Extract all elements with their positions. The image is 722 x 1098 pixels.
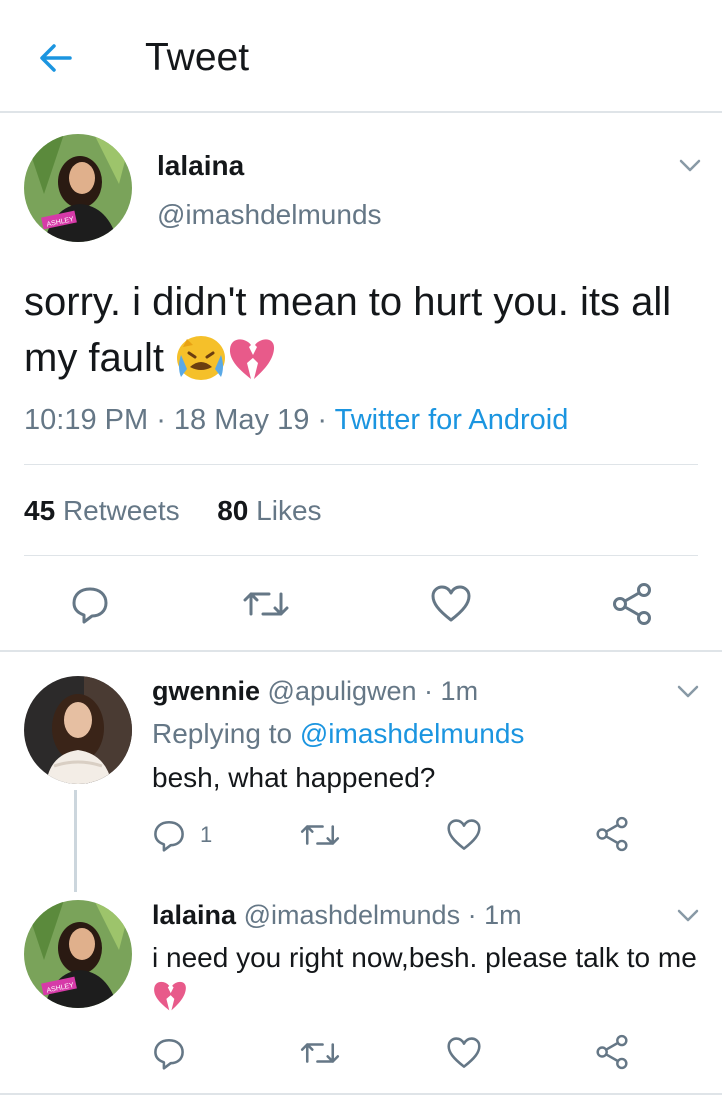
- divider: [24, 464, 698, 465]
- likes-stat[interactable]: 80 Likes: [217, 495, 321, 526]
- reply-time: 1m: [440, 676, 479, 706]
- avatar[interactable]: [24, 676, 132, 784]
- share-icon[interactable]: [594, 1034, 630, 1075]
- author-name[interactable]: lalaina: [157, 150, 244, 182]
- reply-author-handle[interactable]: @imashdelmunds: [244, 900, 461, 930]
- chevron-down-icon[interactable]: [676, 684, 700, 700]
- reply-header: lalaina @imashdelmunds · 1m: [152, 900, 522, 931]
- divider: [24, 555, 698, 556]
- likes-label: Likes: [256, 495, 322, 526]
- retweets-stat[interactable]: 45 Retweets: [24, 495, 180, 526]
- like-icon[interactable]: [446, 818, 482, 857]
- tweet-body: sorry. i didn't mean to hurt you. its al…: [24, 280, 672, 380]
- reply-body: i need you right now,besh. please talk t…: [152, 942, 697, 973]
- retweet-icon[interactable]: [243, 584, 289, 629]
- reply-text: besh, what happened?: [152, 762, 436, 793]
- thread-line: [74, 790, 77, 892]
- chevron-down-icon[interactable]: [676, 908, 700, 924]
- reply-icon[interactable]: [152, 818, 186, 857]
- top-bar: Tweet: [0, 0, 722, 113]
- like-icon[interactable]: [446, 1036, 482, 1075]
- back-arrow-icon[interactable]: [36, 38, 76, 78]
- tweet-date: 18 May 19: [173, 404, 310, 436]
- meta-separator: ·: [156, 404, 174, 436]
- reply-time: 1m: [484, 900, 522, 930]
- tweet-source[interactable]: Twitter for Android: [335, 404, 569, 436]
- broken-heart-emoji: [152, 980, 188, 1022]
- replying-handle[interactable]: @imashdelmunds: [300, 718, 525, 749]
- author-handle[interactable]: @imashdelmunds: [157, 199, 382, 231]
- retweet-icon[interactable]: [300, 1036, 340, 1075]
- tweet-text: sorry. i didn't mean to hurt you. its al…: [24, 274, 704, 396]
- meta-separator: ·: [416, 676, 441, 706]
- like-icon[interactable]: [430, 584, 472, 629]
- retweet-icon[interactable]: [300, 818, 340, 857]
- crying-face-emoji: [175, 333, 227, 396]
- avatar[interactable]: ASHLEY: [24, 900, 132, 1008]
- retweets-label: Retweets: [62, 495, 180, 526]
- share-icon[interactable]: [610, 582, 654, 631]
- tweet-time: 10:19 PM: [24, 404, 149, 436]
- reply-author-handle[interactable]: @apuligwen: [268, 676, 417, 706]
- reply-icon[interactable]: [152, 1036, 186, 1075]
- avatar[interactable]: ASHLEY: [24, 134, 132, 242]
- meta-separator: ·: [460, 900, 485, 930]
- tweet-meta: 10:19 PM · 18 May 19 · Twitter for Andro…: [24, 404, 568, 437]
- page-title: Tweet: [145, 36, 250, 79]
- divider: [0, 1093, 722, 1095]
- replying-prefix: Replying to: [152, 718, 293, 749]
- likes-count: 80: [217, 495, 249, 526]
- reply-author-name[interactable]: gwennie: [152, 676, 260, 706]
- reply-count: 1: [200, 822, 213, 847]
- reply-author-name[interactable]: lalaina: [152, 900, 236, 930]
- reply-text: i need you right now,besh. please talk t…: [152, 938, 697, 1022]
- reply-header: gwennie @apuligwen · 1m: [152, 676, 478, 707]
- chevron-down-icon[interactable]: [678, 158, 702, 174]
- retweets-count: 45: [24, 495, 56, 526]
- broken-heart-emoji: [227, 337, 277, 396]
- section-divider: [0, 650, 722, 652]
- tweet-stats: 45 Retweets 80 Likes: [24, 495, 322, 527]
- reply-icon[interactable]: [70, 584, 110, 629]
- share-icon[interactable]: [594, 816, 630, 857]
- replying-to: Replying to @imashdelmunds: [152, 718, 524, 750]
- meta-separator: ·: [317, 404, 335, 436]
